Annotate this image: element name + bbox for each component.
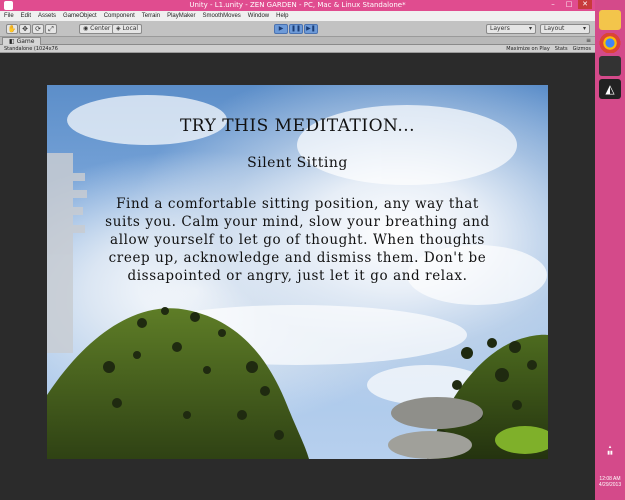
menu-component[interactable]: Component [104, 13, 135, 19]
game-toolbar: Standalone (1024x76 Maximize on Play Sta… [0, 45, 595, 53]
maximize-on-play-toggle[interactable]: Maximize on Play [506, 45, 550, 53]
menu-edit[interactable]: Edit [21, 13, 31, 19]
game-toggles: Maximize on Play Stats Gizmos [506, 45, 591, 53]
chrome-icon[interactable] [599, 33, 621, 53]
stepping-stone [388, 431, 472, 459]
chevron-down-icon: ▾ [528, 25, 532, 32]
pivot-center-toggle[interactable]: ◉ Center [79, 24, 115, 34]
game-scene[interactable]: TRY THIS MEDITATION... Silent Sitting Fi… [47, 85, 548, 459]
window-title: Unity - L1.unity - ZEN GARDEN - PC, Mac … [189, 1, 406, 9]
meditation-subtitle: Silent Sitting [247, 155, 348, 171]
layers-dropdown[interactable]: Layers ▾ [486, 24, 536, 34]
unity-icon[interactable]: ◭ [599, 79, 621, 99]
pivot-icon: ◉ [83, 25, 89, 32]
aspect-dropdown[interactable]: Standalone (1024x76 [4, 45, 58, 53]
meditation-body: Find a comfortable sitting position, any… [105, 196, 490, 284]
space-local-toggle[interactable]: ◈ Local [112, 24, 143, 34]
pivot-label: Center [90, 25, 111, 32]
game-tab-strip: ◧ Game ≡ [0, 37, 595, 45]
layout-label: Layout [544, 25, 565, 32]
system-tray: ▴ ▮▮ 12:08 AM 4/29/2013 [595, 444, 625, 488]
playback-controls: ▶ ❚❚ ▶❚ [274, 24, 318, 34]
stats-toggle[interactable]: Stats [555, 45, 568, 53]
hand-tool-icon[interactable]: ✋ [6, 24, 18, 34]
tab-game[interactable]: ◧ Game [2, 37, 42, 45]
minimize-button[interactable]: – [546, 0, 560, 9]
scale-tool-icon[interactable]: ⤢ [45, 24, 57, 34]
menu-assets[interactable]: Assets [38, 13, 56, 19]
panel-menu-icon[interactable]: ≡ [586, 37, 591, 45]
menu-bar: File Edit Assets GameObject Component Te… [0, 11, 595, 21]
layout-dropdown[interactable]: Layout ▾ [540, 24, 590, 34]
windows-taskbar: ◭ ▴ ▮▮ 12:08 AM 4/29/2013 [595, 0, 625, 500]
meditation-overlay: TRY THIS MEDITATION... Silent Sitting Fi… [47, 85, 548, 315]
menu-playmaker[interactable]: PlayMaker [167, 13, 195, 19]
menu-file[interactable]: File [4, 13, 14, 19]
clock-date[interactable]: 4/29/2013 [595, 482, 625, 488]
gizmos-toggle[interactable]: Gizmos [573, 45, 591, 53]
inkscape-icon[interactable] [599, 56, 621, 76]
unity-app-icon [4, 1, 13, 10]
menu-gameobject[interactable]: GameObject [63, 13, 97, 19]
close-button[interactable]: ✕ [578, 0, 592, 9]
menu-help[interactable]: Help [276, 13, 288, 19]
tab-game-label: Game [16, 38, 35, 45]
play-icon[interactable]: ▶ [274, 24, 288, 34]
maximize-button[interactable]: □ [562, 0, 576, 9]
transform-tools: ✋ ✥ ⟳ ⤢ [6, 24, 57, 34]
step-icon[interactable]: ▶❚ [304, 24, 318, 34]
chevron-down-icon: ▾ [582, 25, 586, 32]
local-icon: ◈ [116, 25, 121, 32]
layers-label: Layers [490, 25, 510, 32]
game-icon: ◧ [9, 38, 15, 45]
menu-terrain[interactable]: Terrain [142, 13, 160, 19]
main-toolbar: ✋ ✥ ⟳ ⤢ ◉ Center ◈ Local ▶ ❚❚ ▶❚ Layers … [0, 21, 595, 37]
file-explorer-icon[interactable] [599, 10, 621, 30]
pause-icon[interactable]: ❚❚ [289, 24, 303, 34]
network-icon[interactable]: ▮▮ [595, 450, 625, 456]
meditation-heading: TRY THIS MEDITATION... [179, 116, 416, 136]
space-label: Local [122, 25, 139, 32]
menu-smoothmoves[interactable]: SmoothMoves [202, 13, 240, 19]
menu-window[interactable]: Window [248, 13, 269, 19]
stepping-stone [391, 397, 483, 429]
move-tool-icon[interactable]: ✥ [19, 24, 31, 34]
title-bar: Unity - L1.unity - ZEN GARDEN - PC, Mac … [0, 0, 595, 11]
rotate-tool-icon[interactable]: ⟳ [32, 24, 44, 34]
window-controls: – □ ✕ [546, 0, 592, 11]
